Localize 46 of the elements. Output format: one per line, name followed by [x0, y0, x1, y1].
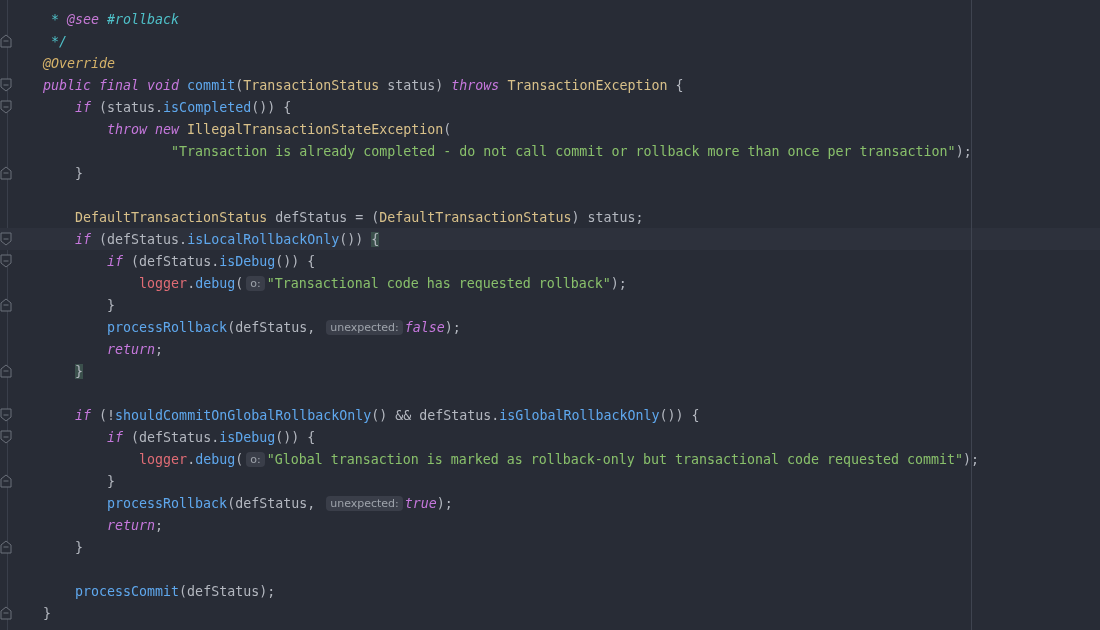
- code-text: }: [43, 605, 51, 621]
- code-text: processRollback(defStatus,: [106, 319, 317, 335]
- code-text: }: [74, 363, 84, 379]
- code-text: "Transaction is already completed - do not call commit or rollback more than once per transaction");: [170, 143, 972, 159]
- code-text: "Global transaction is marked as rollback-only but transactional code requested commit");: [266, 451, 980, 467]
- fold-icon[interactable]: [0, 540, 12, 554]
- code-text: */: [50, 33, 68, 49]
- fold-icon[interactable]: [0, 298, 12, 312]
- code-text: * @see #rollback: [50, 11, 180, 27]
- code-text: if (defStatus.isDebug()) {: [106, 429, 316, 445]
- code-text: @Override: [43, 55, 116, 71]
- code-text: true);: [404, 495, 453, 511]
- code-text: if (defStatus.isLocalRollbackOnly()) {: [74, 231, 380, 247]
- fold-icon[interactable]: [0, 166, 12, 180]
- code-text: if (status.isCompleted()) {: [74, 99, 292, 115]
- code-text: public final void commit(TransactionStatus status) throws TransactionException {: [43, 77, 684, 93]
- code-text: DefaultTransactionStatus defStatus = (DefaultTransactionStatus) status;: [74, 209, 644, 225]
- code-text: if (defStatus.isDebug()) {: [106, 253, 316, 269]
- code-text: processRollback(defStatus,: [106, 495, 317, 511]
- parameter-hint: unexpected:: [326, 495, 403, 511]
- code-text: throw new IllegalTransactionStateException(: [106, 121, 452, 137]
- code-text: logger.debug(: [138, 451, 244, 467]
- parameter-hint: o:: [246, 275, 265, 291]
- parameter-hint: o:: [246, 451, 265, 467]
- fold-icon[interactable]: [0, 232, 12, 246]
- code-text: logger.debug(: [138, 275, 244, 291]
- code-text: }: [106, 473, 116, 489]
- code-text: false);: [404, 319, 461, 335]
- fold-icon[interactable]: [0, 78, 12, 92]
- code-text: }: [74, 165, 84, 181]
- fold-icon[interactable]: [0, 474, 12, 488]
- fold-icon[interactable]: [0, 100, 12, 114]
- code-text: }: [74, 539, 84, 555]
- code-text: return;: [106, 517, 164, 533]
- fold-icon[interactable]: [0, 364, 12, 378]
- code-text: "Transactional code has requested rollback");: [266, 275, 627, 291]
- code-text: }: [106, 297, 116, 313]
- fold-icon[interactable]: [0, 408, 12, 422]
- code-text: if (!shouldCommitOnGlobalRollbackOnly() && defStatus.isGlobalRollbackOnly()) {: [74, 407, 700, 423]
- fold-icon[interactable]: [0, 254, 12, 268]
- fold-icon[interactable]: [0, 34, 12, 48]
- fold-icon[interactable]: [0, 606, 12, 620]
- parameter-hint: unexpected:: [326, 319, 403, 335]
- code-text: return;: [106, 341, 164, 357]
- fold-icon[interactable]: [0, 430, 12, 444]
- code-text: processCommit(defStatus);: [74, 583, 276, 599]
